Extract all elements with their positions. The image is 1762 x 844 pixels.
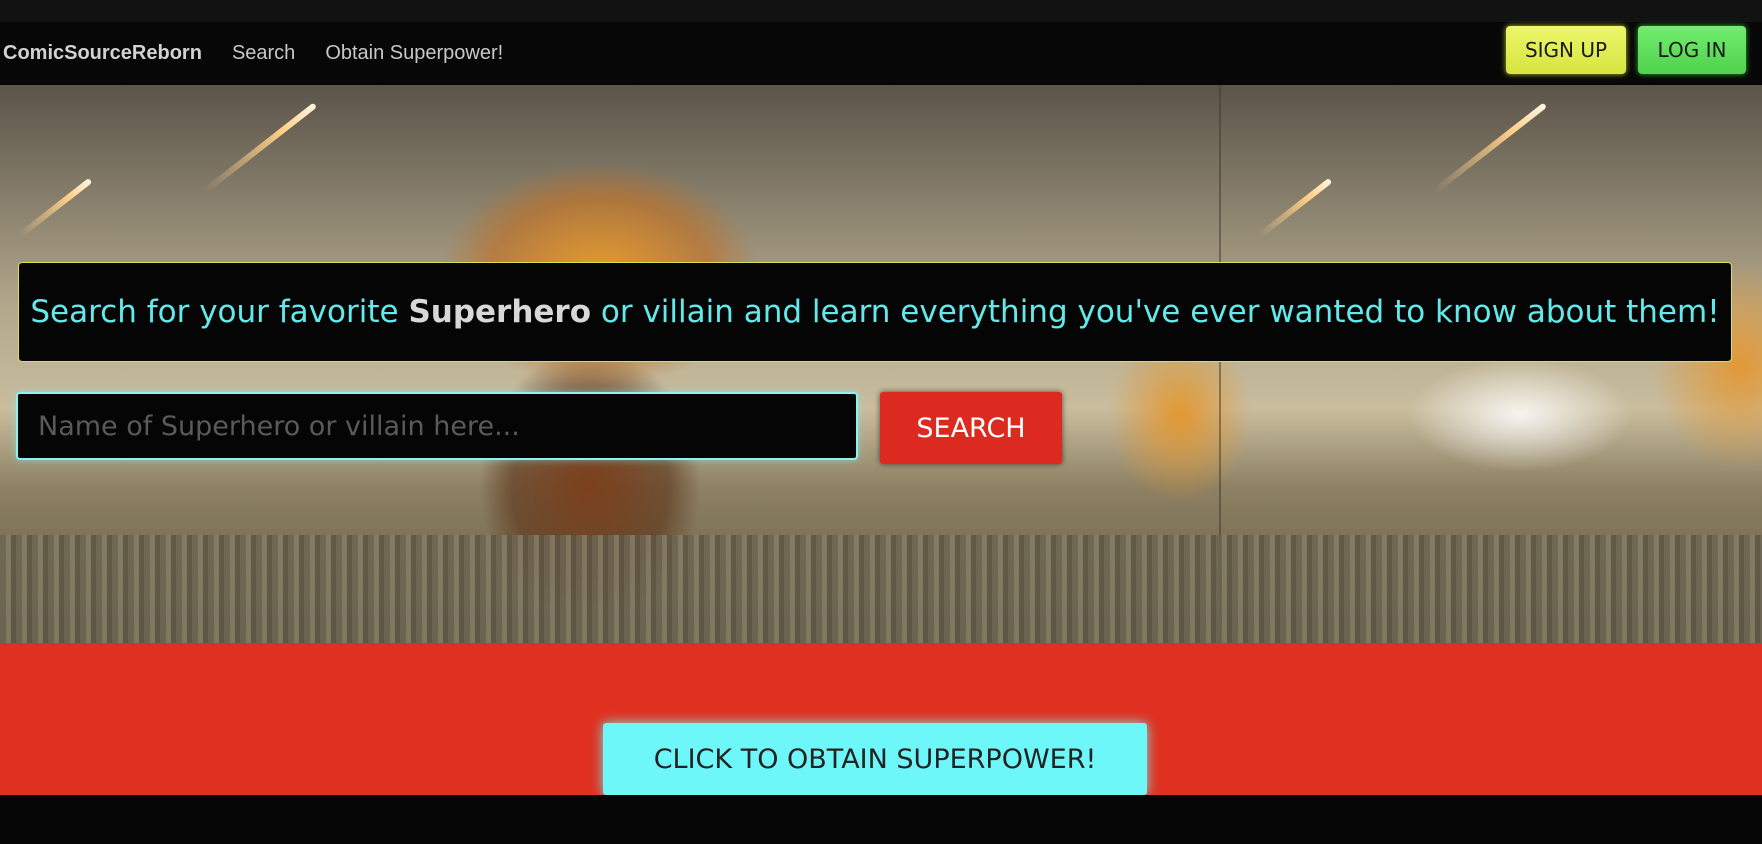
obtain-superpower-button[interactable]: CLICK TO OBTAIN SUPERPOWER! bbox=[603, 723, 1147, 795]
hero-section bbox=[0, 85, 1762, 643]
meteor-decoration bbox=[202, 102, 318, 194]
brand-logo-link[interactable]: ComicSourceReborn bbox=[3, 42, 202, 65]
footer bbox=[0, 795, 1762, 844]
banner-text-prefix: Search for your favorite bbox=[30, 294, 409, 330]
nav-link-obtain-superpower[interactable]: Obtain Superpower! bbox=[325, 42, 503, 65]
sign-up-button[interactable]: SIGN UP bbox=[1506, 26, 1626, 74]
meteor-decoration bbox=[17, 177, 93, 239]
hero-search-input[interactable] bbox=[16, 392, 858, 460]
meteor-decoration bbox=[1432, 102, 1548, 194]
navbar: ComicSourceReborn Search Obtain Superpow… bbox=[0, 22, 1762, 85]
meteor-decoration bbox=[1257, 177, 1333, 239]
search-button[interactable]: SEARCH bbox=[880, 392, 1062, 464]
top-strip bbox=[0, 0, 1762, 22]
auth-buttons: SIGN UP LOG IN bbox=[1506, 26, 1746, 74]
banner-text-emphasis: Superhero bbox=[408, 294, 592, 330]
background-cityscape bbox=[0, 535, 1762, 643]
banner-text-suffix: or villain and learn everything you've e… bbox=[591, 294, 1720, 330]
nav-link-search[interactable]: Search bbox=[232, 42, 295, 65]
log-in-button[interactable]: LOG IN bbox=[1638, 26, 1746, 74]
intro-banner: Search for your favorite Superhero or vi… bbox=[18, 262, 1732, 362]
